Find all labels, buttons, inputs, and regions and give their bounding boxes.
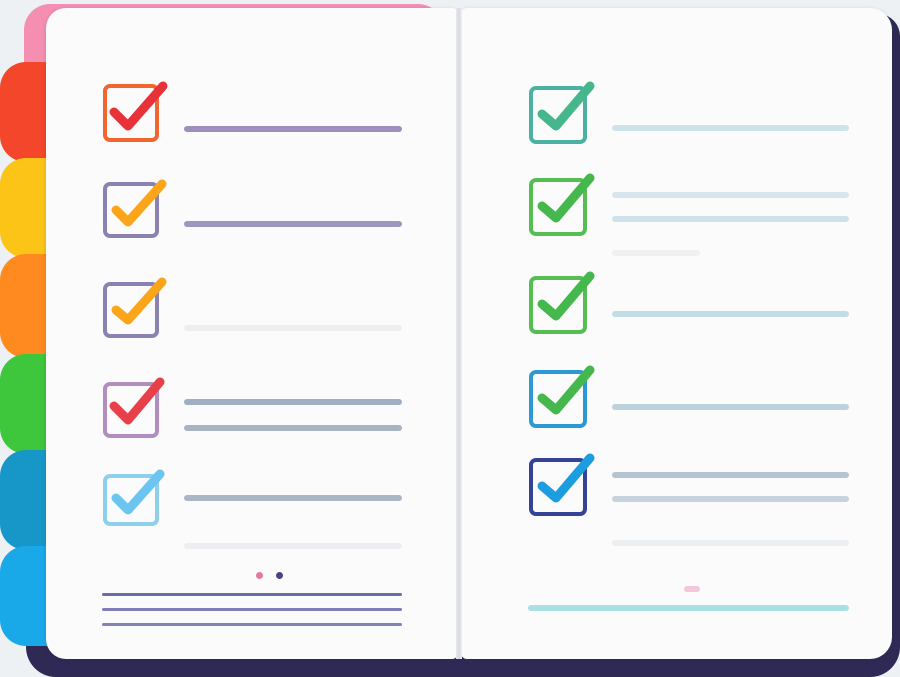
- pink-marker: [684, 586, 700, 592]
- text-line: [184, 425, 402, 431]
- checkbox-checked-icon[interactable]: [100, 370, 172, 442]
- footer-rule: [528, 605, 849, 611]
- text-line: [612, 404, 849, 410]
- text-line: [612, 192, 849, 198]
- checkbox-checked-icon[interactable]: [526, 266, 598, 338]
- checkbox-checked-icon[interactable]: [526, 76, 598, 148]
- pink-dot: [256, 572, 263, 579]
- checkbox-checked-icon[interactable]: [100, 462, 172, 534]
- checkbox-checked-icon[interactable]: [100, 270, 172, 342]
- footer-rule: [102, 593, 402, 596]
- footer-rule: [102, 608, 402, 611]
- text-line: [184, 543, 402, 549]
- notebook-spine: [456, 8, 462, 659]
- navy-dot: [276, 572, 283, 579]
- text-line: [612, 125, 849, 131]
- checkbox-checked-icon[interactable]: [526, 450, 598, 522]
- text-line: [612, 250, 700, 256]
- checkbox-checked-icon[interactable]: [100, 172, 172, 244]
- footer-rule: [102, 623, 402, 626]
- text-line: [612, 540, 849, 546]
- text-line: [184, 399, 402, 405]
- text-line: [184, 126, 402, 132]
- text-line: [612, 216, 849, 222]
- checkbox-checked-icon[interactable]: [526, 168, 598, 240]
- checkbox-checked-icon[interactable]: [100, 76, 172, 148]
- text-line: [184, 495, 402, 501]
- text-line: [184, 325, 402, 331]
- text-line: [612, 311, 849, 317]
- checkbox-checked-icon[interactable]: [526, 360, 598, 432]
- text-line: [612, 496, 849, 502]
- text-line: [184, 221, 402, 227]
- text-line: [612, 472, 849, 478]
